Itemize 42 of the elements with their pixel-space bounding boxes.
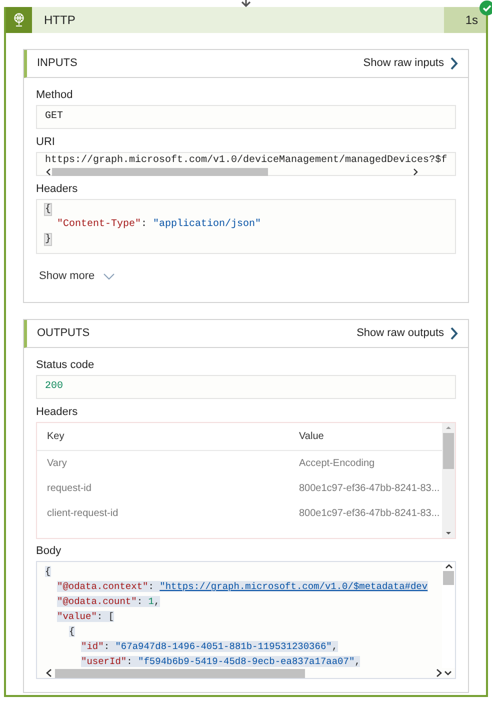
vertical-scrollbar[interactable] xyxy=(442,423,455,538)
code-line: "Content-Type": "application/json" xyxy=(56,218,262,232)
table-cell-text: request-id xyxy=(47,482,92,496)
globe-icon xyxy=(13,13,25,27)
show-raw-link[interactable]: Show raw outputs xyxy=(356,325,458,342)
table-cell-text: 800e1c97-ef36-47bb-8241-83... xyxy=(299,507,440,521)
column-header: Value xyxy=(299,430,324,444)
section-title: OUTPUTS xyxy=(37,326,90,342)
field-label: Headers xyxy=(36,182,79,196)
scroll-down-icon[interactable] xyxy=(443,668,453,678)
table-cell-text: 800e1c97-ef36-47bb-8241-83... xyxy=(299,482,440,496)
field-label: Headers xyxy=(36,405,79,419)
scrollbar-thumb[interactable] xyxy=(55,668,305,678)
action-title: HTTP xyxy=(43,12,76,29)
scrollbar-thumb[interactable] xyxy=(52,168,268,176)
column-header: Key xyxy=(47,430,66,444)
table-cell-text: client-request-id xyxy=(47,507,120,521)
table-cell-text: Vary xyxy=(47,457,68,471)
table-cell-text: Accept-Encoding xyxy=(299,457,375,471)
uri-text: https://graph.microsoft.com/v1.0/deviceManagement/managedDevices?$f xyxy=(44,154,448,167)
duration-label: 1s xyxy=(444,7,486,33)
value-field: 200 xyxy=(36,375,456,399)
field-label: Method xyxy=(36,88,74,102)
down-arrow-icon xyxy=(239,0,253,7)
show-raw-link[interactable]: Show raw inputs xyxy=(363,55,458,72)
field-label: URI xyxy=(36,135,56,149)
field-label: Body xyxy=(36,544,62,558)
scrollbar-thumb[interactable] xyxy=(443,571,454,585)
chevron-right-icon xyxy=(450,57,458,70)
chevron-right-icon xyxy=(450,327,458,340)
scroll-left-icon[interactable] xyxy=(45,668,53,678)
section-title: INPUTS xyxy=(37,56,78,72)
show-more-button[interactable]: Show more xyxy=(39,269,115,283)
value-field: GET xyxy=(36,105,456,129)
scroll-up-icon[interactable] xyxy=(444,562,454,570)
scroll-left-icon[interactable] xyxy=(45,168,52,176)
scroll-right-icon[interactable] xyxy=(412,168,419,176)
chevron-down-icon xyxy=(102,272,115,280)
vertical-scrollbar[interactable] xyxy=(442,562,455,668)
scrollbar-thumb[interactable] xyxy=(443,433,454,469)
scroll-right-icon[interactable] xyxy=(435,668,443,678)
field-label: Status code xyxy=(36,358,96,372)
